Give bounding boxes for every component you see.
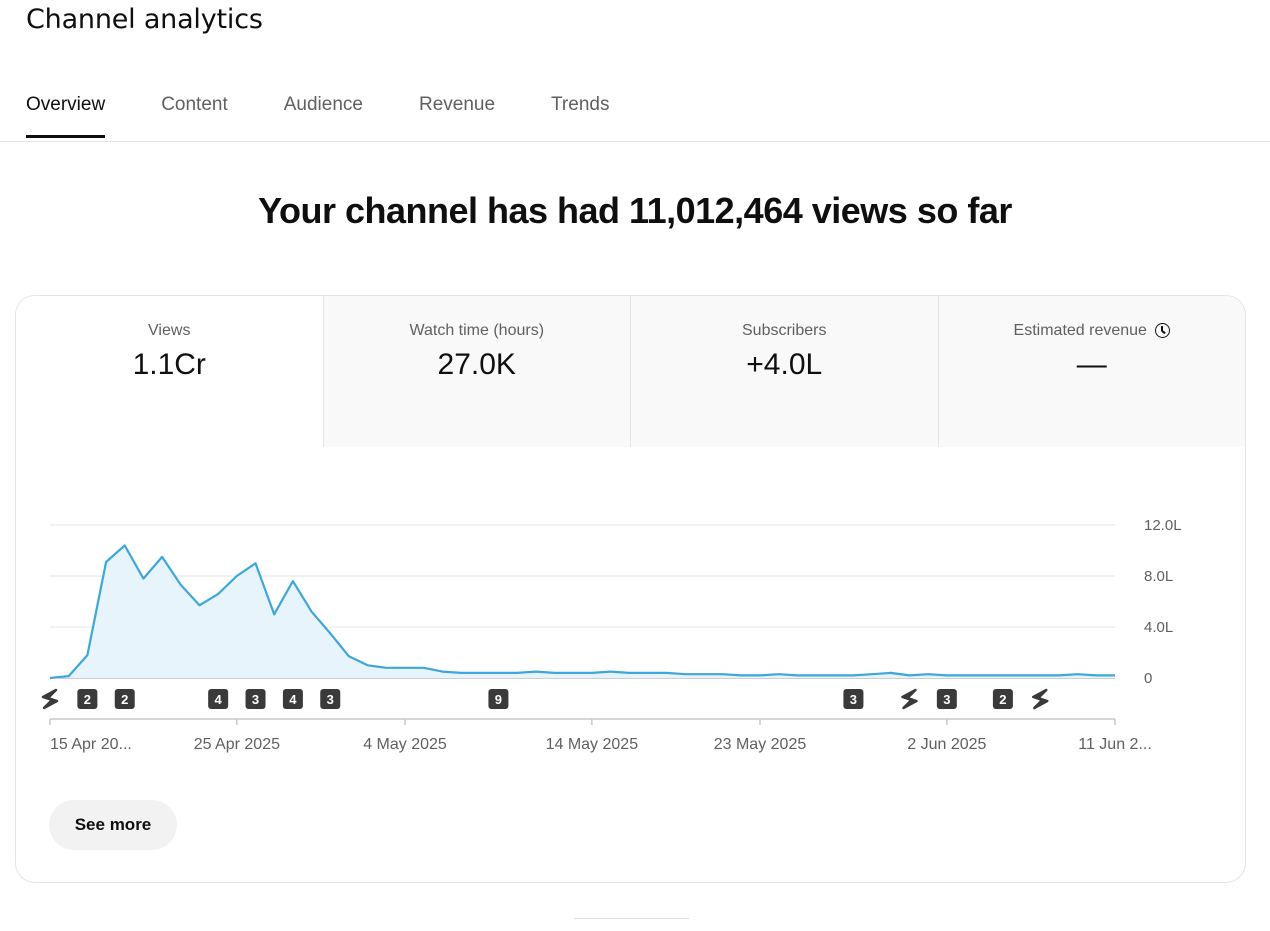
video-count-label: 2 [999, 692, 1006, 707]
views-chart: 12.0L 8.0L 4.0L 0 2 2 4 3 4 3 9 3 3 2 15 Apr 20... 25 A… [41, 517, 1182, 753]
video-count-label: 2 [121, 692, 128, 707]
page-title: Channel analytics [26, 4, 263, 35]
tab-content[interactable]: Content [161, 94, 228, 128]
x-tick-label: 15 Apr 20... [50, 736, 132, 753]
views-headline: Your channel has had 11,012,464 views so… [258, 190, 1012, 231]
video-count-label: 3 [943, 692, 950, 707]
tabs-divider [0, 141, 1270, 142]
video-count-label: 4 [215, 692, 223, 707]
x-tick-label: 14 May 2025 [546, 736, 639, 753]
x-tick-label: 23 May 2025 [714, 736, 807, 753]
y-tick-label: 4.0L [1144, 619, 1173, 636]
video-count-label: 4 [289, 692, 297, 707]
overview-card: Views 1.1Cr Watch time (hours) 27.0K Sub… [15, 295, 1246, 883]
bottom-divider [574, 918, 689, 919]
x-tick-label: 25 Apr 2025 [194, 736, 280, 753]
views-area [50, 545, 1115, 678]
video-count-label: 3 [252, 692, 259, 707]
analytics-tabs: Overview Content Audience Revenue Trends [26, 94, 609, 138]
shorts-icon [901, 688, 918, 710]
video-count-label: 3 [850, 692, 857, 707]
y-tick-label: 8.0L [1144, 568, 1173, 585]
video-count-label: 3 [327, 692, 334, 707]
shorts-icon [1032, 688, 1049, 710]
x-tick-label: 4 May 2025 [363, 736, 447, 753]
tab-revenue[interactable]: Revenue [419, 94, 495, 128]
shorts-icon [41, 688, 59, 710]
x-tick-label: 2 Jun 2025 [907, 736, 986, 753]
y-tick-label: 12.0L [1144, 517, 1182, 534]
video-count-label: 9 [495, 692, 502, 707]
y-tick-label: 0 [1144, 670, 1152, 687]
tab-overview[interactable]: Overview [26, 94, 106, 138]
video-count-label: 2 [84, 692, 91, 707]
x-tick-label: 11 Jun 2... [1078, 736, 1152, 753]
see-more-button[interactable]: See more [49, 800, 177, 850]
tab-audience[interactable]: Audience [284, 94, 363, 128]
tab-trends[interactable]: Trends [551, 94, 609, 128]
